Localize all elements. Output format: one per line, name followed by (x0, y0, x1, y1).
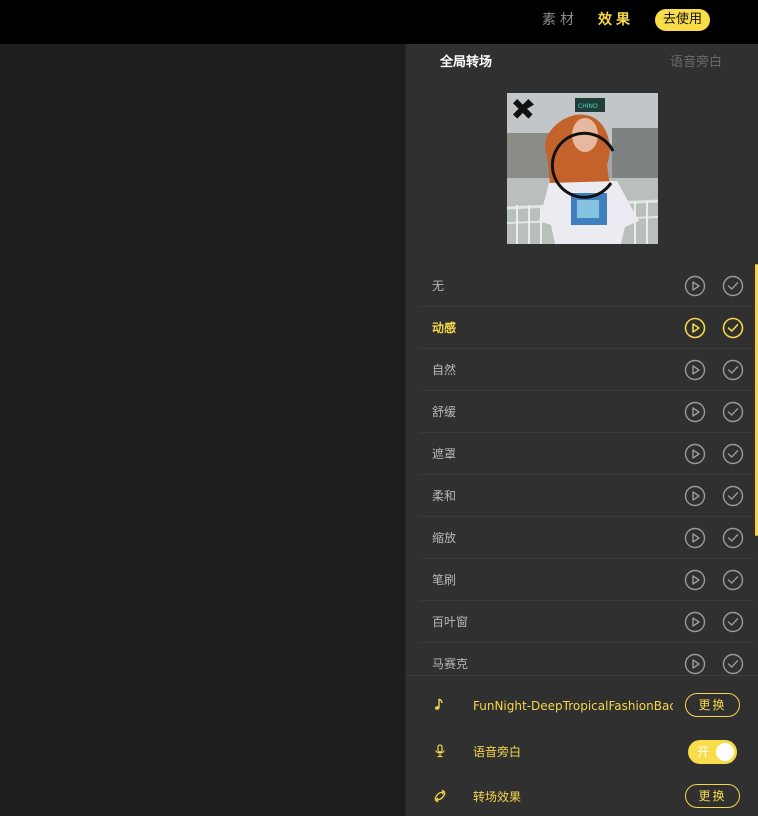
check-circle-icon[interactable] (722, 485, 744, 507)
use-button[interactable]: 去使用 (655, 9, 710, 31)
canvas-area (0, 44, 405, 816)
transition-item[interactable]: 柔和 (420, 475, 755, 517)
play-circle-icon[interactable] (684, 611, 706, 633)
play-circle-icon[interactable] (684, 275, 706, 297)
music-note-icon (435, 698, 443, 710)
top-bar: 素材 效果 去使用 (0, 0, 758, 44)
transition-item[interactable]: 自然 (420, 349, 755, 391)
voiceover-toggle[interactable]: 开 (688, 740, 737, 764)
toggle-knob (716, 743, 734, 761)
transition-item-label: 百叶窗 (432, 615, 469, 629)
play-circle-icon[interactable] (684, 443, 706, 465)
transition-item[interactable]: 笔刷 (420, 559, 755, 601)
check-circle-icon[interactable] (722, 359, 744, 381)
transition-item-label: 舒缓 (432, 405, 457, 419)
voiceover-row: 语音旁白 开 (406, 737, 758, 767)
play-circle-icon[interactable] (684, 527, 706, 549)
play-circle-icon[interactable] (684, 359, 706, 381)
transition-item-label: 马赛克 (432, 657, 469, 671)
nav-effect[interactable]: 效果 (598, 11, 634, 29)
check-circle-icon[interactable] (722, 401, 744, 423)
transition-item[interactable]: 无 (420, 265, 755, 307)
play-circle-icon[interactable] (684, 401, 706, 423)
nav-material[interactable]: 素材 (542, 11, 578, 29)
svg-text:CHINO: CHINO (578, 103, 598, 110)
transition-effect-row: 转场效果 更换 (406, 782, 758, 812)
play-circle-icon[interactable] (684, 485, 706, 507)
effects-panel: 全局转场 语音旁白 CHINO 无 动感 自然 舒缓 遮罩 柔和 缩放 笔刷 百… (405, 44, 758, 816)
check-circle-icon[interactable] (722, 443, 744, 465)
transition-item[interactable]: 遮罩 (420, 433, 755, 475)
transition-item-label: 笔刷 (432, 573, 457, 587)
check-circle-icon[interactable] (722, 653, 744, 675)
play-circle-icon[interactable] (684, 317, 706, 339)
transition-item-label: 遮罩 (432, 447, 457, 461)
transition-list: 无 动感 自然 舒缓 遮罩 柔和 缩放 笔刷 百叶窗 马赛克 (420, 265, 755, 675)
music-title: FunNight-DeepTropicalFashionBackground (473, 699, 673, 713)
preview-image: CHINO (507, 93, 658, 244)
check-circle-icon[interactable] (722, 275, 744, 297)
check-circle-icon[interactable] (722, 527, 744, 549)
transition-item-label: 柔和 (432, 489, 457, 503)
check-circle-icon[interactable] (722, 569, 744, 591)
transition-item[interactable]: 动感 (420, 307, 755, 349)
transition-item[interactable]: 舒缓 (420, 391, 755, 433)
settings-bar: FunNight-DeepTropicalFashionBackground 更… (406, 675, 758, 816)
toggle-state-label: 开 (697, 745, 710, 759)
music-row: FunNight-DeepTropicalFashionBackground 更… (406, 691, 758, 721)
transition-preview: CHINO (507, 93, 658, 244)
voiceover-label: 语音旁白 (473, 745, 522, 759)
transition-item-label: 动感 (432, 321, 457, 335)
transition-item[interactable]: 马赛克 (420, 643, 755, 675)
transition-item[interactable]: 缩放 (420, 517, 755, 559)
transition-item-label: 自然 (432, 363, 457, 377)
tab-voiceover[interactable]: 语音旁白 (670, 55, 722, 71)
transition-item-label: 无 (432, 279, 445, 293)
tab-global-transition[interactable]: 全局转场 (440, 55, 492, 71)
check-circle-icon[interactable] (722, 317, 744, 339)
transition-item[interactable]: 百叶窗 (420, 601, 755, 643)
transition-effect-label: 转场效果 (473, 790, 522, 804)
check-circle-icon[interactable] (722, 611, 744, 633)
transition-item-label: 缩放 (432, 531, 457, 545)
replace-music-button[interactable]: 更换 (685, 693, 740, 717)
microphone-icon (435, 744, 445, 758)
transition-arrows-icon (434, 789, 446, 803)
play-circle-icon[interactable] (684, 569, 706, 591)
play-circle-icon[interactable] (684, 653, 706, 675)
replace-transition-button[interactable]: 更换 (685, 784, 740, 808)
